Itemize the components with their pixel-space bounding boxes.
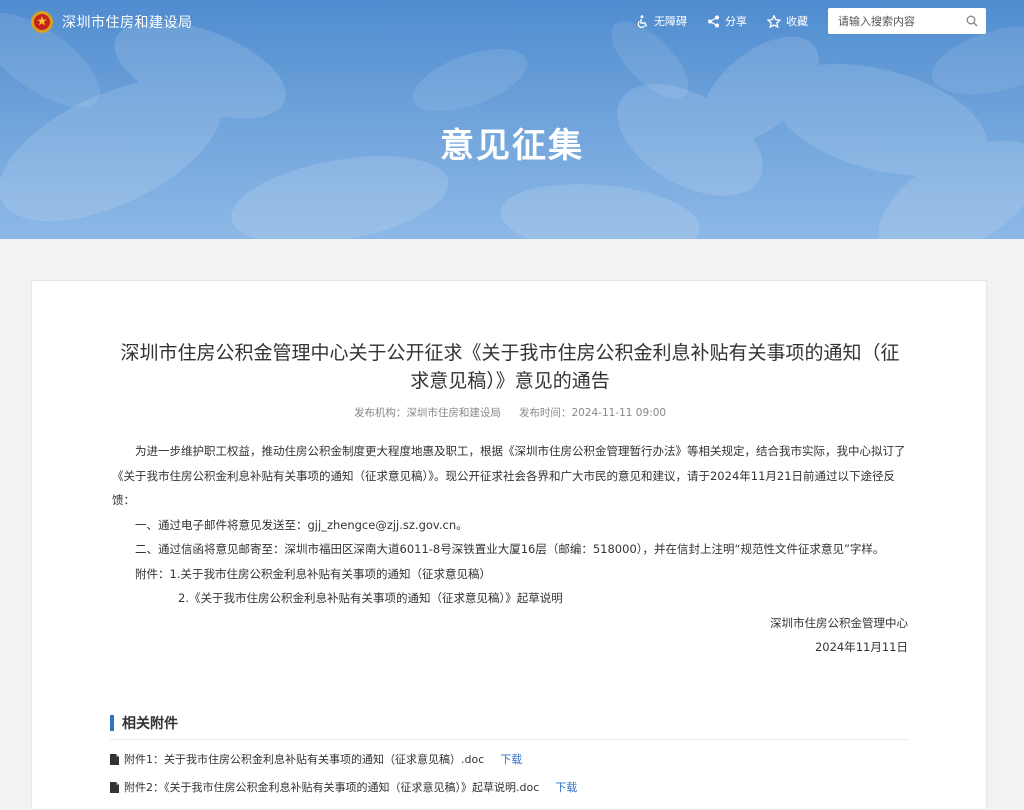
attachment-line-2: 2.《关于我市住房公积金利息补贴有关事项的通知（征求意见稿）》起草说明 xyxy=(178,591,563,605)
national-emblem-icon xyxy=(31,11,53,33)
attachments-section-header: 相关附件 xyxy=(110,713,908,740)
site-name: 深圳市住房和建设局 xyxy=(62,15,193,31)
signature-date: 2024年11月11日 xyxy=(814,640,908,654)
section-accent-bar xyxy=(110,715,114,731)
search-icon[interactable] xyxy=(966,15,978,27)
attachments-heading: 相关附件 xyxy=(122,716,178,732)
article-body: 为进一步维护职工权益，推动住房公积金制度更大程度地惠及职工，根据《深圳市住房公积… xyxy=(112,439,908,660)
banner-title: 意见征集 xyxy=(440,126,584,166)
top-navigation-bar: 深圳市住房和建设局 无障碍 分享 收藏 请输入搜索内容 xyxy=(0,0,1024,44)
wheelchair-icon xyxy=(637,14,648,28)
intro-paragraph: 为进一步维护职工权益，推动住房公积金制度更大程度地惠及职工，根据《深圳市住房公积… xyxy=(112,444,906,507)
time-value: 2024-11-11 09:00 xyxy=(571,407,667,419)
search-input[interactable] xyxy=(836,13,966,29)
article-title: 深圳市住房公积金管理中心关于公开征求《关于我市住房公积金利息补贴有关事项的通知（… xyxy=(120,342,900,392)
favorite-button[interactable]: 收藏 xyxy=(767,13,808,29)
attachment-name[interactable]: 附件1：关于我市住房公积金利息补贴有关事项的通知（征求意见稿）.doc xyxy=(124,751,484,767)
document-icon xyxy=(110,753,119,765)
email-paragraph: 一、通过电子邮件将意见发送至：gjj_zhengce@zjj.sz.gov.cn… xyxy=(135,517,468,532)
header-tools: 无障碍 分享 收藏 xyxy=(636,8,986,34)
publisher-value: 深圳市住房和建设局 xyxy=(406,407,501,419)
publisher-label: 发布机构： xyxy=(353,407,407,419)
site-brand[interactable]: 深圳市住房和建设局 xyxy=(30,10,193,34)
attachment-item: 附件2：《关于我市住房公积金利息补贴有关事项的通知（征求意见稿）》起草说明.do… xyxy=(110,779,577,795)
share-label: 分享 xyxy=(725,15,747,28)
download-link[interactable]: 下载 xyxy=(555,779,577,795)
accessibility-label: 无障碍 xyxy=(654,15,687,28)
mail-paragraph: 二、通过信函将意见邮寄至：深圳市福田区深南大道6011-8号深铁置业大厦16层（… xyxy=(135,542,885,556)
attachment-name[interactable]: 附件2：《关于我市住房公积金利息补贴有关事项的通知（征求意见稿）》起草说明.do… xyxy=(124,779,539,795)
time-label: 发布时间： xyxy=(518,407,572,419)
attachment-line-1: 附件：1.关于我市住房公积金利息补贴有关事项的通知（征求意见稿） xyxy=(135,566,491,581)
article-card: 深圳市住房公积金管理中心关于公开征求《关于我市住房公积金利息补贴有关事项的通知（… xyxy=(31,280,987,810)
signature: 深圳市住房公积金管理中心 xyxy=(770,615,908,630)
share-icon xyxy=(708,15,719,27)
share-button[interactable]: 分享 xyxy=(707,13,747,29)
article-meta: 发布机构：深圳市住房和建设局 发布时间：2024-11-11 09:00 xyxy=(32,405,988,420)
banner: 深圳市住房和建设局 无障碍 分享 收藏 请输入搜索内容 意见征集 xyxy=(0,0,1024,239)
download-link[interactable]: 下载 xyxy=(500,751,522,767)
favorite-label: 收藏 xyxy=(786,15,808,28)
star-icon xyxy=(767,14,781,28)
search-box xyxy=(828,8,986,34)
attachment-item: 附件1：关于我市住房公积金利息补贴有关事项的通知（征求意见稿）.doc 下载 xyxy=(110,751,522,767)
accessibility-button[interactable]: 无障碍 xyxy=(636,13,687,29)
document-icon xyxy=(110,781,119,793)
